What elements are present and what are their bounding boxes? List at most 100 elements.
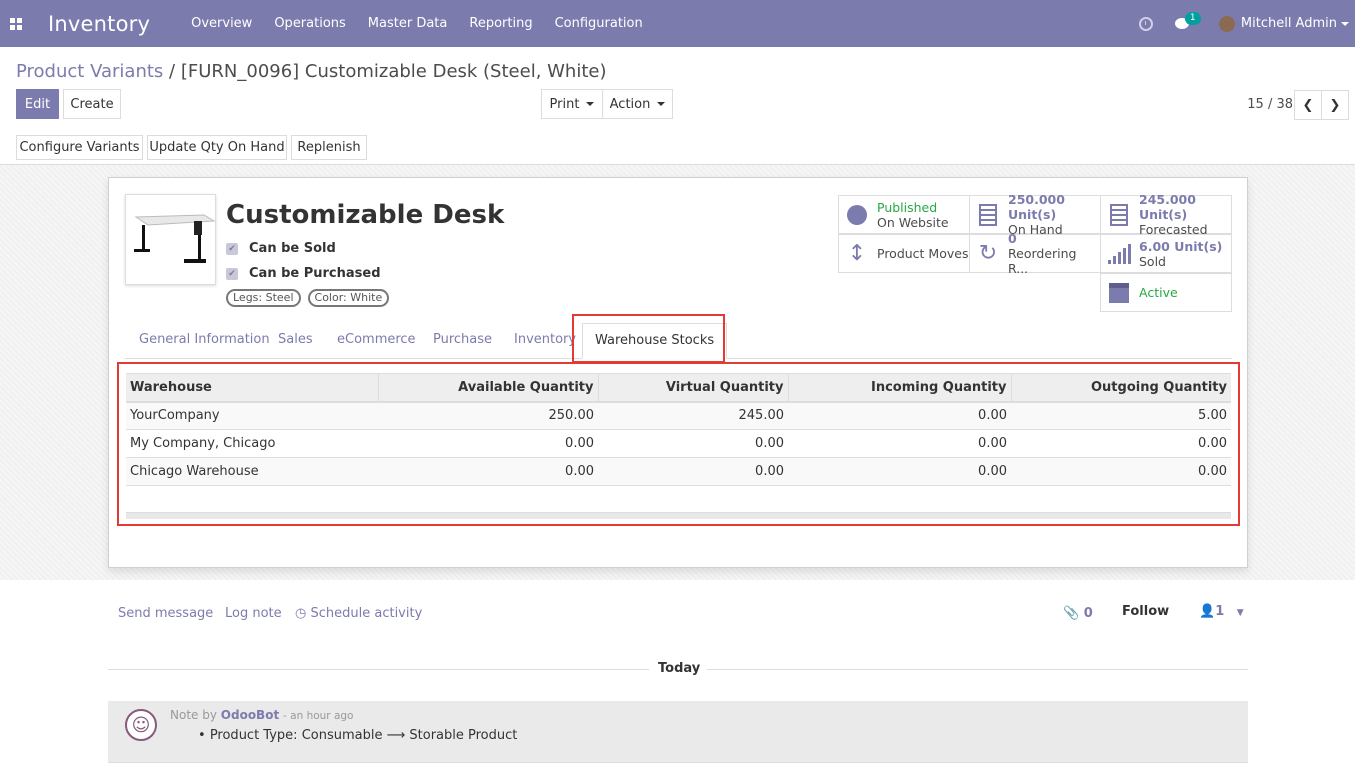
tab-inventory[interactable]: Inventory [514, 323, 576, 359]
reordering-value: 0 [1008, 231, 1017, 246]
date-separator: Today [108, 661, 1248, 679]
tab-sales[interactable]: Sales [278, 323, 313, 359]
tracking-new-value: Storable Product [409, 728, 518, 743]
messaging-icon[interactable]: 1 [1174, 11, 1201, 30]
on-hand-value: 250.000 Unit(s) [1008, 192, 1065, 222]
top-navbar: Inventory Overview Operations Master Dat… [0, 0, 1355, 47]
followers-count: 1 [1215, 604, 1225, 619]
published-sub: On Website [877, 214, 949, 230]
can-be-sold-label: Can be Sold [249, 241, 336, 256]
can-be-sold-field[interactable]: ✔ Can be Sold [226, 241, 336, 256]
update-qty-on-hand-button[interactable]: Update Qty On Hand [147, 135, 287, 160]
message-header: Note by OdooBot - an hour ago [170, 708, 353, 722]
caret-down-icon [657, 102, 666, 106]
pager-previous-button[interactable]: ❮ [1294, 90, 1322, 120]
table-highlight-box [117, 362, 1240, 526]
can-be-purchased-field[interactable]: ✔ Can be Purchased [226, 266, 381, 281]
log-note-button[interactable]: Log note [225, 606, 282, 621]
chat-badge: 1 [1184, 11, 1201, 25]
attachments-button[interactable]: 📎 0 [1063, 606, 1093, 621]
apps-menu-icon[interactable] [0, 0, 32, 47]
control-panel: Product Variants / [FURN_0096] Customiza… [0, 47, 1355, 165]
follow-button[interactable]: Follow [1122, 604, 1169, 619]
clock-icon: ◷ [295, 606, 307, 621]
product-name[interactable]: Customizable Desk [226, 200, 504, 230]
product-moves-label: Product Moves [877, 246, 969, 261]
caret-down-icon: ▼ [1236, 608, 1244, 618]
configure-variants-button[interactable]: Configure Variants [16, 135, 143, 160]
pager-next-button[interactable]: ❯ [1321, 90, 1349, 120]
print-label: Print [549, 96, 580, 112]
followers-button[interactable]: 👤1 ▼ [1199, 604, 1244, 619]
forecasted-smart-button[interactable]: 245.000 Unit(s) Forecasted [1100, 192, 1232, 237]
arrow-right-icon: ⟶ [386, 728, 406, 743]
variant-tags: Legs: Steel Color: White [226, 289, 396, 307]
user-icon: 👤 [1199, 604, 1216, 619]
tab-highlight-box [572, 314, 725, 363]
pager-value[interactable]: 15 / 38 [1247, 97, 1293, 112]
app-title[interactable]: Inventory [48, 12, 150, 36]
chevron-right-icon: ❯ [1329, 97, 1341, 113]
on-hand-smart-button[interactable]: 250.000 Unit(s) On Hand [969, 192, 1101, 237]
send-message-button[interactable]: Send message [118, 606, 213, 621]
form-statusbar: Configure Variants Update Qty On Hand Re… [0, 135, 1355, 165]
edit-button[interactable]: Edit [16, 89, 59, 119]
menu-reporting[interactable]: Reporting [458, 16, 543, 31]
active-label: Active [1139, 285, 1178, 300]
main-menu: Overview Operations Master Data Reportin… [180, 16, 654, 31]
message-author[interactable]: OdooBot [221, 708, 279, 722]
desk-image-icon [134, 214, 216, 263]
tag-legs: Legs: Steel [226, 289, 301, 307]
sold-smart-button[interactable]: 6.00 Unit(s) Sold [1100, 234, 1232, 273]
activity-clock-icon[interactable] [1138, 16, 1153, 31]
sold-value: 6.00 Unit(s) [1139, 238, 1223, 254]
tab-purchase[interactable]: Purchase [433, 323, 492, 359]
message-time: - an hour ago [283, 710, 354, 722]
tab-general-information[interactable]: General Information [139, 323, 270, 359]
reordering-label: Reordering R... [1008, 246, 1077, 276]
can-be-purchased-label: Can be Purchased [249, 266, 381, 281]
reordering-rules-smart-button[interactable]: ↻ 0 Reordering R... [969, 231, 1101, 276]
message-body: • Product Type: Consumable ⟶ Storable Pr… [198, 728, 518, 743]
user-menu[interactable]: Mitchell Admin [1241, 16, 1337, 31]
chatter-topbar: Send message Log note ◷ Schedule activit… [108, 598, 1248, 628]
chevron-left-icon: ❮ [1302, 97, 1314, 113]
schedule-activity-label: Schedule activity [310, 606, 423, 621]
menu-operations[interactable]: Operations [263, 16, 356, 31]
schedule-activity-button[interactable]: ◷ Schedule activity [295, 606, 422, 621]
tracking-old-value: Consumable [301, 728, 383, 743]
tracking-field: Product Type: [209, 728, 298, 743]
odoobot-avatar[interactable]: ☺ [125, 709, 157, 741]
tab-ecommerce[interactable]: eCommerce [337, 323, 416, 359]
breadcrumb-separator: / [169, 61, 176, 82]
globe-icon [847, 204, 867, 226]
checkbox-checked-icon[interactable]: ✔ [226, 242, 238, 255]
arrows-v-icon: ↕ [847, 241, 867, 266]
attachments-count: 0 [1083, 606, 1093, 621]
form-sheet: Customizable Desk ✔ Can be Sold ✔ Can be… [108, 177, 1248, 568]
avatar[interactable] [1218, 15, 1235, 32]
product-moves-smart-button[interactable]: ↕ Product Moves [838, 234, 970, 273]
checkbox-checked-icon[interactable]: ✔ [226, 267, 238, 280]
refresh-icon: ↻ [978, 241, 998, 266]
building-icon [978, 203, 998, 226]
action-label: Action [609, 96, 651, 112]
print-dropdown[interactable]: Print [541, 89, 603, 119]
breadcrumb: Product Variants / [FURN_0096] Customiza… [16, 61, 607, 82]
signal-icon [1107, 243, 1131, 265]
tag-color: Color: White [307, 289, 390, 307]
breadcrumb-product-variants[interactable]: Product Variants [16, 61, 163, 82]
replenish-button[interactable]: Replenish [291, 135, 367, 160]
caret-down-icon [586, 102, 595, 106]
published-status: Published [877, 199, 938, 215]
create-button[interactable]: Create [63, 89, 121, 119]
published-smart-button[interactable]: Published On Website [838, 195, 970, 234]
menu-overview[interactable]: Overview [180, 16, 263, 31]
chatter-message: ☺ Note by OdooBot - an hour ago • Produc… [108, 701, 1248, 763]
product-image[interactable] [125, 194, 216, 285]
active-smart-button[interactable]: Active [1100, 273, 1232, 312]
caret-down-icon[interactable] [1341, 21, 1349, 26]
menu-configuration[interactable]: Configuration [544, 16, 654, 31]
action-dropdown[interactable]: Action [602, 89, 673, 119]
menu-master-data[interactable]: Master Data [357, 16, 459, 31]
